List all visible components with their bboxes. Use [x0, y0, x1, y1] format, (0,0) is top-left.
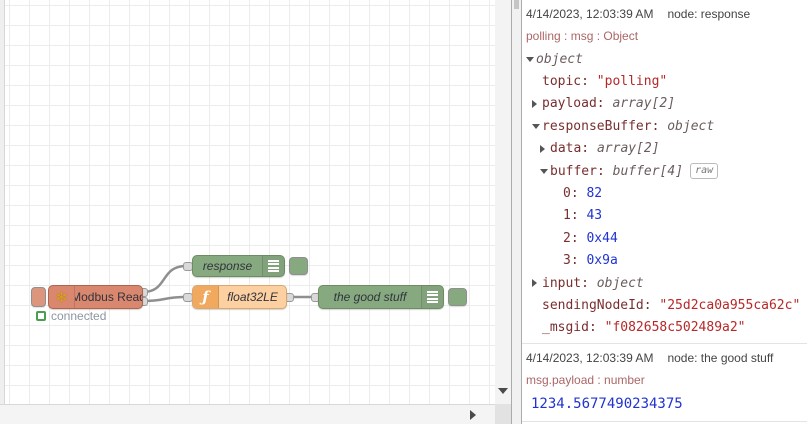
sidebar-scroll-thumb[interactable]: [514, 0, 519, 9]
debug-tree-row: object: [526, 48, 801, 70]
expand-arrow-icon[interactable]: [532, 279, 537, 288]
property-key: payload:: [542, 96, 613, 112]
response-enable-toggle-button[interactable]: [289, 257, 308, 275]
value-type: array[2]: [612, 96, 676, 112]
debug-object-tree: object topic: "polling" payload: array[2] r…: [526, 47, 801, 339]
debug-tree-row: topic: "polling": [526, 70, 801, 92]
property-value: "f082658c502489a2": [604, 320, 746, 336]
value-type: object: [596, 275, 644, 291]
float32le-function-node[interactable]: ƒ float32LE: [192, 285, 287, 309]
node-label: float32LE: [227, 290, 278, 304]
modbus-status: connected: [36, 309, 106, 323]
debug-tree-row: 3: 0x9a: [526, 250, 801, 272]
property-value: 82: [586, 186, 603, 202]
wire-modbus-to-response[interactable]: [141, 264, 188, 294]
debug-sidebar: 4/14/2023, 12:03:39 AM node: response po…: [522, 0, 807, 424]
modbus-read-node[interactable]: ✻ Modbus Read: [48, 285, 143, 309]
collapse-arrow-icon[interactable]: [526, 56, 534, 62]
property-key: sendingNodeId:: [542, 297, 660, 313]
payload-number: 1234.5677490234375: [531, 396, 683, 413]
property-value: 0x44: [586, 230, 618, 246]
scroll-right-arrow-icon[interactable]: [470, 410, 476, 420]
debug-tree-row: 2: 0x44: [526, 227, 801, 249]
property-key: 2:: [563, 230, 587, 246]
debug-sidebar-icon: [421, 286, 443, 308]
debug-tree-row: data: array[2]: [526, 138, 801, 160]
message-meta: polling : msg : Object: [526, 29, 639, 43]
debug-tree-row: input: object: [526, 272, 801, 294]
status-text: connected: [51, 309, 107, 323]
modbus-glyph: ✻: [55, 289, 68, 305]
debug-tree-row: payload: array[2]: [526, 93, 801, 115]
debug-tree-row: 0: 82: [526, 182, 801, 204]
property-key: topic:: [542, 74, 597, 90]
collapse-arrow-icon[interactable]: [540, 168, 548, 174]
scrollbar-corner: [495, 404, 511, 424]
collapse-arrow-icon[interactable]: [532, 123, 540, 129]
function-glyph: ƒ: [202, 287, 209, 306]
wires-layer: [141, 264, 315, 303]
node-label: Modbus Read: [75, 290, 142, 304]
property-key: _msgid:: [542, 320, 605, 336]
modbus-trigger-button[interactable]: [31, 287, 46, 307]
message-meta: msg.payload : number: [526, 373, 645, 388]
debug-tree-row: responseBuffer: object: [526, 115, 801, 137]
property-value: "polling": [596, 74, 668, 90]
property-key: data:: [550, 141, 597, 157]
wire-modbus-to-float32le[interactable]: [141, 295, 188, 303]
value-type: array[2]: [596, 141, 660, 157]
sidebar-splitter[interactable]: [511, 0, 522, 424]
expand-arrow-icon[interactable]: [540, 144, 545, 153]
debug-tree-row: buffer: buffer[4] raw: [526, 160, 801, 182]
raw-toggle-button[interactable]: raw: [690, 163, 719, 180]
property-key: 0:: [563, 186, 587, 202]
function-icon: ƒ: [193, 286, 219, 308]
modbus-icon: ✻: [49, 286, 75, 308]
value-type: buffer[4]: [612, 163, 684, 179]
property-key: buffer:: [550, 163, 613, 179]
scroll-down-arrow-icon[interactable]: [498, 388, 508, 394]
value-type: object: [667, 118, 715, 134]
node-red-window: ✻ Modbus Read connected response ƒ float…: [0, 0, 807, 424]
canvas-vertical-scrollbar[interactable]: [495, 0, 511, 404]
property-key: responseBuffer:: [542, 118, 668, 134]
property-key: 3:: [563, 253, 587, 269]
debug-sidebar-icon: [262, 256, 284, 276]
goodstuff-enable-toggle-button[interactable]: [448, 288, 467, 306]
message-source-node: node: response: [667, 7, 751, 21]
goodstuff-debug-node[interactable]: the good stuff: [318, 285, 444, 309]
message-source-node: node: the good stuff: [667, 351, 774, 366]
value-type: object: [536, 51, 583, 67]
message-timestamp: 4/14/2023, 12:03:39 AM: [526, 7, 654, 21]
debug-message-goodstuff: 4/14/2023, 12:03:39 AM node: the good st…: [522, 344, 807, 423]
property-value: 0x9a: [586, 253, 618, 269]
flow-canvas[interactable]: ✻ Modbus Read connected response ƒ float…: [0, 0, 495, 404]
property-value: 43: [586, 208, 603, 224]
message-timestamp: 4/14/2023, 12:03:39 AM: [526, 351, 654, 366]
node-label: response: [202, 259, 253, 273]
expand-arrow-icon[interactable]: [532, 99, 537, 108]
property-key: input:: [542, 275, 597, 291]
debug-tree-row: _msgid: "f082658c502489a2": [526, 317, 801, 339]
canvas-horizontal-scrollbar[interactable]: [0, 404, 495, 424]
debug-tree-row: 1: 43: [526, 205, 801, 227]
property-value: "25d2ca0a955ca62c": [659, 297, 801, 313]
status-ring-icon: [36, 311, 46, 321]
response-debug-node[interactable]: response: [192, 255, 285, 277]
debug-tree-row: sendingNodeId: "25d2ca0a955ca62c": [526, 294, 801, 316]
debug-message-response: 4/14/2023, 12:03:39 AM node: response po…: [522, 0, 807, 345]
property-key: 1:: [563, 208, 587, 224]
node-label: the good stuff: [333, 290, 407, 304]
